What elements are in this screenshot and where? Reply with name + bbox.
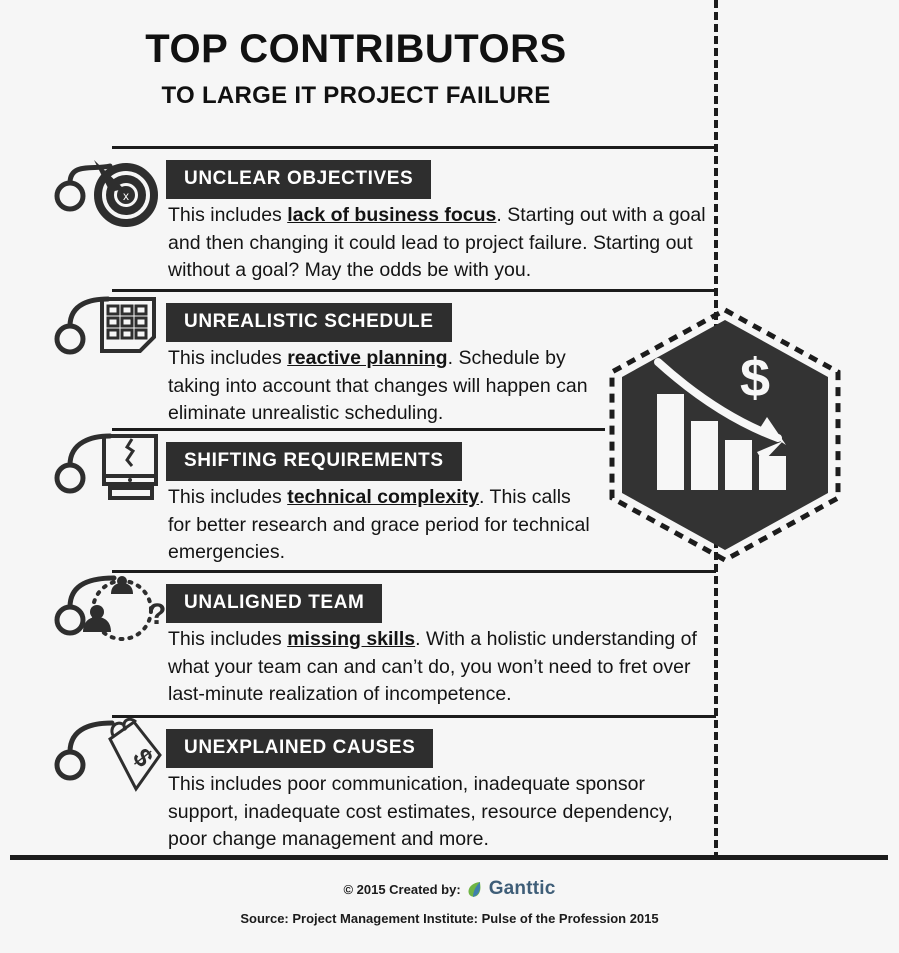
- section-label: UNALIGNED TEAM: [166, 584, 383, 623]
- page-subtitle: TO LARGE IT PROJECT FAILURE: [161, 82, 551, 109]
- footer-divider: [10, 855, 888, 860]
- section-rule: [112, 146, 716, 149]
- team-question-icon: ?: [48, 572, 166, 668]
- target-dart-icon: x: [48, 148, 166, 244]
- section-label: UNCLEAR OBJECTIVES: [166, 160, 432, 199]
- text-plain: This includes: [168, 486, 288, 508]
- source-line: Source: Project Management Institute: Pu…: [240, 911, 659, 926]
- svg-text:x: x: [123, 189, 129, 203]
- text-emphasis: lack of business focus: [287, 204, 497, 226]
- section-label: UNREALISTIC SCHEDULE: [166, 303, 452, 342]
- section-rule: [112, 715, 716, 718]
- section-body-text: This includes poor communication, inadeq…: [168, 771, 713, 854]
- text-plain: This includes poor communication, inadeq…: [168, 773, 673, 851]
- declining-bar-chart-dollar-icon: $: [600, 304, 850, 566]
- header: TOP CONTRIBUTORS TO LARGE IT PROJECT FAI…: [0, 28, 712, 110]
- credit-prefix: © 2015 Created by:: [343, 881, 461, 897]
- page-title: TOP CONTRIBUTORS: [145, 27, 567, 71]
- infographic-canvas: TOP CONTRIBUTORS TO LARGE IT PROJECT FAI…: [0, 0, 899, 953]
- footer: © 2015 Created by: Ganttic Source: Proje…: [0, 878, 899, 926]
- section-rule: [112, 428, 605, 431]
- calendar-icon: [48, 291, 166, 387]
- svg-text:?: ?: [148, 598, 166, 631]
- section-body-text: This includes technical complexity. This…: [168, 484, 598, 567]
- text-emphasis: technical complexity: [287, 486, 480, 508]
- section-label: UNEXPLAINED CAUSES: [166, 729, 434, 768]
- text-plain: This includes: [168, 204, 288, 226]
- text-emphasis: reactive planning: [287, 347, 448, 369]
- credit-line: © 2015 Created by: Ganttic: [0, 878, 899, 900]
- price-tag-icon: $: [48, 717, 166, 813]
- section-body-text: This includes lack of business focus. St…: [168, 202, 713, 285]
- text-emphasis: missing skills: [287, 628, 416, 650]
- svg-text:$: $: [740, 348, 770, 408]
- ganttic-leaf-icon: [466, 880, 484, 899]
- section-body-text: This includes reactive planning. Schedul…: [168, 345, 598, 428]
- section-rule: [112, 289, 716, 292]
- text-plain: This includes: [168, 347, 288, 369]
- cracked-monitor-icon: [48, 430, 166, 526]
- ganttic-wordmark: Ganttic: [488, 878, 556, 899]
- svg-text:$: $: [127, 743, 160, 773]
- section-body-text: This includes missing skills. With a hol…: [168, 626, 713, 709]
- section-rule: [112, 570, 716, 573]
- text-plain: This includes: [168, 628, 288, 650]
- section-label: SHIFTING REQUIREMENTS: [166, 442, 462, 481]
